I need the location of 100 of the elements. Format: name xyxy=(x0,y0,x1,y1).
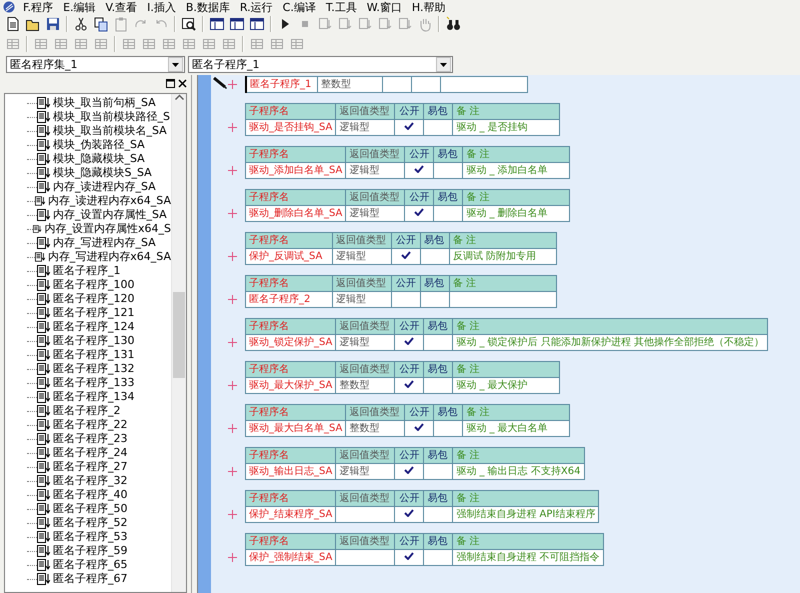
tree-item[interactable]: 匿名子程序_52 xyxy=(53,516,128,530)
tree-item[interactable]: 匿名子程序_32 xyxy=(53,474,128,488)
expand-plus-icon[interactable] xyxy=(228,424,236,433)
menu-item[interactable]: I.插入 xyxy=(142,0,181,14)
tree-item[interactable]: 模块_取当前句柄_SA xyxy=(53,96,156,110)
subroutine-icon xyxy=(37,321,50,333)
menu-item[interactable]: H.帮助 xyxy=(406,0,450,14)
column-header: 公开 xyxy=(394,534,424,550)
expand-plus-icon[interactable] xyxy=(228,166,236,175)
column-header: 公开 xyxy=(394,448,424,464)
tree-item[interactable]: 匿名子程序_133 xyxy=(53,376,134,390)
scrollbar-thumb[interactable] xyxy=(173,292,185,378)
caret-icon[interactable] xyxy=(172,62,179,66)
check-icon xyxy=(404,466,414,474)
menu-item[interactable]: T.工具 xyxy=(320,0,362,14)
tree-item[interactable]: 内存_读进程内存_SA xyxy=(53,180,156,194)
column-header: 易包 xyxy=(424,448,453,464)
scroll-up-icon[interactable] xyxy=(174,94,184,100)
tree-item[interactable]: 匿名子程序_130 xyxy=(53,334,134,348)
subroutine-icon xyxy=(37,153,50,165)
tree-item[interactable]: 模块_取当前模块路径_S xyxy=(53,110,170,124)
menu-item[interactable]: V.查看 xyxy=(100,0,142,14)
check-icon xyxy=(404,380,414,388)
tree-item[interactable]: 模块_伪装路径_SA xyxy=(53,138,145,152)
tree-item[interactable]: 匿名子程序_59 xyxy=(53,544,128,558)
column-header: 子程序名 xyxy=(246,362,336,378)
menu-item[interactable]: W.窗口 xyxy=(362,0,407,14)
table-cell: 驱动 _ 删除白名单 xyxy=(462,206,570,222)
scrollbar[interactable] xyxy=(171,94,186,592)
tree-item[interactable]: 模块_取当前模块名_SA xyxy=(53,124,167,138)
subroutine-icon xyxy=(37,139,50,151)
column-header: 返回值类型 xyxy=(336,362,395,378)
subroutine-icon xyxy=(37,237,50,249)
tree-item[interactable]: 匿名子程序_100 xyxy=(53,278,134,292)
subroutine-icon xyxy=(37,489,50,501)
tree-item[interactable]: 匿名子程序_67 xyxy=(53,572,128,586)
expand-plus-icon[interactable] xyxy=(228,338,236,347)
column-header: 返回值类型 xyxy=(346,190,405,206)
caret-icon[interactable] xyxy=(440,62,447,66)
column-header: 返回值类型 xyxy=(346,404,405,420)
column-header: 易包 xyxy=(434,146,463,162)
tree-item[interactable]: 匿名子程序_134 xyxy=(53,390,134,404)
expand-plus-icon[interactable] xyxy=(228,295,236,304)
tree-item[interactable]: 匿名子程序_132 xyxy=(53,362,134,376)
tree-item[interactable]: 匿名子程序_131 xyxy=(53,348,134,362)
menu-item[interactable]: F.程序 xyxy=(18,0,58,14)
tree-item[interactable]: 匿名子程序_24 xyxy=(53,446,128,460)
tree-item[interactable]: 匿名子程序_50 xyxy=(53,502,128,516)
table-cell: 驱动 _ 最大保护 xyxy=(452,378,560,394)
menu-item[interactable]: B.数据库 xyxy=(180,0,235,14)
expand-plus-icon[interactable] xyxy=(228,467,236,476)
tree-item[interactable]: 匿名子程序_23 xyxy=(53,432,128,446)
restore-icon[interactable] xyxy=(166,78,175,88)
expand-plus-icon[interactable] xyxy=(228,553,236,562)
tree-item[interactable]: 匿名子程序_120 xyxy=(53,292,134,306)
tree-item[interactable]: 匿名子程序_40 xyxy=(53,488,128,502)
dropdown-arrow-button[interactable] xyxy=(168,57,183,72)
tree-item[interactable]: 模块_隐藏模块S_SA xyxy=(53,166,152,180)
tree-item[interactable]: 内存_读进程内存x64_SA xyxy=(48,194,171,208)
tree-item[interactable]: 匿名子程序_124 xyxy=(53,320,134,334)
menu-item[interactable]: E.编辑 xyxy=(58,0,101,14)
dropdown[interactable]: 匿名子程序_1 xyxy=(188,56,453,73)
table-cell: 驱动_最大保护_SA xyxy=(246,378,336,394)
column-header: 备 注 xyxy=(452,490,599,506)
tree-item[interactable]: 匿名子程序_53 xyxy=(53,530,128,544)
column-header: 易包 xyxy=(424,104,453,120)
check-icon xyxy=(401,251,411,259)
expand-plus-icon[interactable] xyxy=(228,80,236,89)
expand-plus-icon[interactable] xyxy=(228,252,236,261)
check-icon xyxy=(414,165,424,173)
dropdown-arrow-button[interactable] xyxy=(436,57,451,72)
table-cell: 保护_强制结束_SA xyxy=(246,550,336,566)
tree-item[interactable]: 匿名子程序_65 xyxy=(53,558,128,572)
tree-item[interactable]: 匿名子程序_27 xyxy=(53,460,128,474)
tree-item[interactable]: 匿名子程序_121 xyxy=(53,306,134,320)
tree-item[interactable]: 匿名子程序_2 xyxy=(53,404,120,418)
tree-item[interactable]: 内存_设置内存属性x64_S xyxy=(44,222,171,236)
subroutine-icon xyxy=(34,195,45,207)
menu-item[interactable]: C.编译 xyxy=(278,0,321,14)
column-header: 易包 xyxy=(434,404,463,420)
expand-plus-icon[interactable] xyxy=(228,381,236,390)
menu-item[interactable]: R.运行 xyxy=(234,0,278,14)
expand-plus-icon[interactable] xyxy=(228,510,236,519)
tree-item[interactable]: 匿名子程序_1 xyxy=(53,264,120,278)
expand-plus-icon[interactable] xyxy=(228,209,236,218)
table-cell: 驱动_是否挂钩_SA xyxy=(246,120,336,136)
tree-item[interactable]: 内存_设置内存属性_SA xyxy=(53,208,167,222)
tree-item[interactable]: 匿名子程序_22 xyxy=(53,418,128,432)
column-header: 备 注 xyxy=(452,318,768,334)
subroutine-icon xyxy=(37,461,50,473)
tree-item[interactable]: 内存_写进程内存_SA xyxy=(53,236,156,250)
table-cell: 匿名子程序_2 xyxy=(246,292,332,308)
column-header: 子程序名 xyxy=(246,404,346,420)
dropdown[interactable]: 匿名程序集_1 xyxy=(6,56,185,73)
tree-item[interactable]: 模块_隐藏模块_SA xyxy=(53,152,145,166)
subroutine-icon xyxy=(37,167,50,179)
expand-plus-icon[interactable] xyxy=(228,123,236,132)
tree-item[interactable]: 内存_写进程内存x64_SA xyxy=(48,250,171,264)
table-cell: 逻辑型 xyxy=(336,334,395,350)
close-icon[interactable] xyxy=(178,78,187,88)
